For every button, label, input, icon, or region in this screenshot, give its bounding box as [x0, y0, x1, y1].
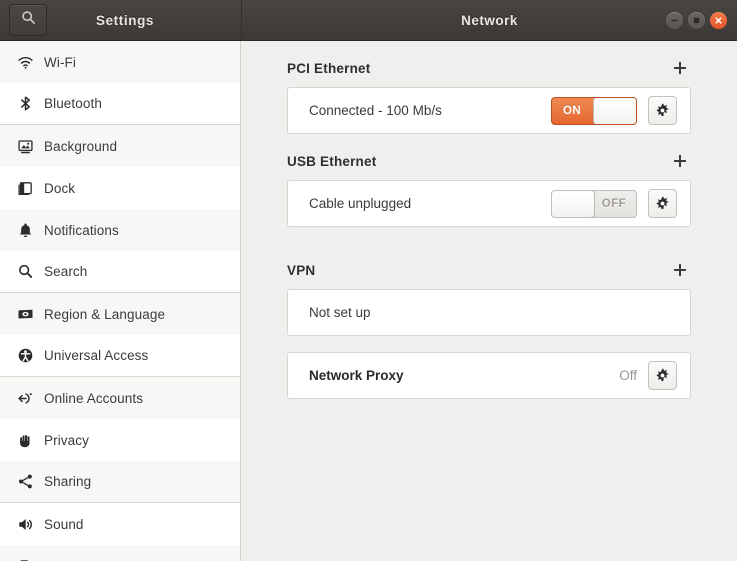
network-proxy-settings-button[interactable] — [648, 361, 677, 390]
vpn-status: Not set up — [309, 305, 371, 320]
gear-icon — [656, 196, 669, 210]
share-icon — [14, 471, 36, 493]
vpn-card: Not set up — [287, 289, 691, 336]
sidebar-item-label: Online Accounts — [44, 390, 144, 406]
titlebar: Settings Network — [0, 0, 737, 41]
network-proxy-card: Network Proxy Off — [287, 352, 691, 399]
search-icon — [14, 261, 36, 283]
pci-ethernet-header: PCI Ethernet — [287, 41, 691, 87]
power-icon — [14, 555, 36, 561]
wifi-icon — [14, 51, 36, 73]
vpn-header: VPN — [287, 243, 691, 289]
search-button[interactable] — [9, 4, 47, 36]
sidebar-item-background[interactable]: Background — [0, 125, 240, 167]
network-proxy-row: Network Proxy Off — [288, 353, 690, 398]
usb-ethernet-toggle-label: OFF — [601, 197, 626, 210]
sidebar-item-label: Privacy — [44, 432, 89, 448]
usb-ethernet-title: USB Ethernet — [287, 153, 377, 169]
hand-icon — [14, 429, 36, 451]
sidebar-item-bluetooth[interactable]: Bluetooth — [0, 83, 240, 125]
sidebar-item-label: Dock — [44, 180, 76, 196]
add-pci-ethernet-button[interactable] — [669, 57, 691, 79]
toggle-knob — [593, 97, 636, 124]
flag-icon — [14, 303, 36, 325]
sidebar-item-label: Search — [44, 264, 88, 279]
add-usb-ethernet-button[interactable] — [669, 150, 691, 172]
sidebar-item-sharing[interactable]: Sharing — [0, 461, 240, 503]
pci-ethernet-card: Connected - 100 Mb/s ON — [287, 87, 691, 134]
speaker-icon — [14, 513, 36, 535]
add-vpn-button[interactable] — [669, 259, 691, 281]
usb-ethernet-toggle[interactable]: OFF — [551, 189, 637, 218]
titlebar-right-section: Network — [241, 0, 737, 40]
sidebar-item-label: Region & Language — [44, 306, 166, 322]
sidebar-item-label: Wi-Fi — [44, 54, 76, 70]
sidebar-item-label: Bluetooth — [44, 96, 102, 111]
pci-ethernet-status: Connected - 100 Mb/s — [309, 103, 442, 118]
pci-ethernet-row: Connected - 100 Mb/s ON — [288, 88, 690, 133]
sidebar-item-dock[interactable]: Dock — [0, 167, 240, 209]
pci-ethernet-title: PCI Ethernet — [287, 60, 371, 76]
sidebar-item-power[interactable]: Power — [0, 545, 240, 561]
search-icon — [21, 10, 36, 30]
titlebar-left-section: Settings — [0, 0, 241, 40]
sidebar-item-privacy[interactable]: Privacy — [0, 419, 240, 461]
gear-icon — [656, 103, 669, 117]
sidebar-item-online-accounts[interactable]: Online Accounts — [0, 377, 240, 419]
usb-ethernet-status: Cable unplugged — [309, 196, 412, 211]
vpn-title: VPN — [287, 262, 316, 278]
bell-icon — [14, 219, 36, 241]
usb-ethernet-row: Cable unplugged OFF — [288, 181, 690, 226]
minimize-button[interactable] — [666, 11, 683, 29]
sidebar-item-label: Notifications — [44, 222, 119, 238]
toggle-knob — [552, 190, 595, 217]
sidebar-item-label: Sound — [44, 516, 84, 532]
gear-icon — [656, 368, 669, 382]
sidebar-item-label: Universal Access — [44, 348, 149, 363]
dock-icon — [14, 177, 36, 199]
maximize-button[interactable] — [688, 11, 705, 29]
sidebar-item-label: Sharing — [44, 474, 92, 489]
pci-ethernet-toggle-label: ON — [563, 104, 582, 117]
window-controls — [666, 11, 727, 29]
settings-panel-title: Settings — [95, 12, 155, 28]
bluetooth-icon — [14, 93, 36, 115]
pci-ethernet-settings-button[interactable] — [648, 96, 677, 125]
accessibility-icon — [14, 345, 36, 367]
network-panel: PCI Ethernet Connected - 100 Mb/s ON USB… — [241, 41, 737, 561]
online-accounts-icon — [14, 387, 36, 409]
vpn-row: Not set up — [288, 290, 690, 335]
sidebar-item-wifi[interactable]: Wi-Fi — [0, 41, 240, 83]
network-proxy-title: Network Proxy — [309, 368, 404, 383]
sidebar-item-region-language[interactable]: Region & Language — [0, 293, 240, 335]
network-proxy-state: Off — [619, 368, 637, 383]
sidebar-item-sound[interactable]: Sound — [0, 503, 240, 545]
pci-ethernet-toggle[interactable]: ON — [551, 96, 637, 125]
sidebar-item-label: Background — [44, 138, 118, 154]
usb-ethernet-settings-button[interactable] — [648, 189, 677, 218]
background-icon — [14, 135, 36, 157]
sidebar-item-universal-access[interactable]: Universal Access — [0, 335, 240, 377]
usb-ethernet-card: Cable unplugged OFF — [287, 180, 691, 227]
sidebar-item-notifications[interactable]: Notifications — [0, 209, 240, 251]
settings-window: Settings Network Wi-Fi Bluetooth Backgro… — [0, 0, 737, 561]
close-button[interactable] — [710, 11, 727, 29]
window-body: Wi-Fi Bluetooth Background Dock Notifica… — [0, 41, 737, 561]
sidebar-item-search[interactable]: Search — [0, 251, 240, 293]
settings-sidebar: Wi-Fi Bluetooth Background Dock Notifica… — [0, 41, 241, 561]
usb-ethernet-header: USB Ethernet — [287, 134, 691, 180]
window-title: Network — [461, 12, 518, 28]
